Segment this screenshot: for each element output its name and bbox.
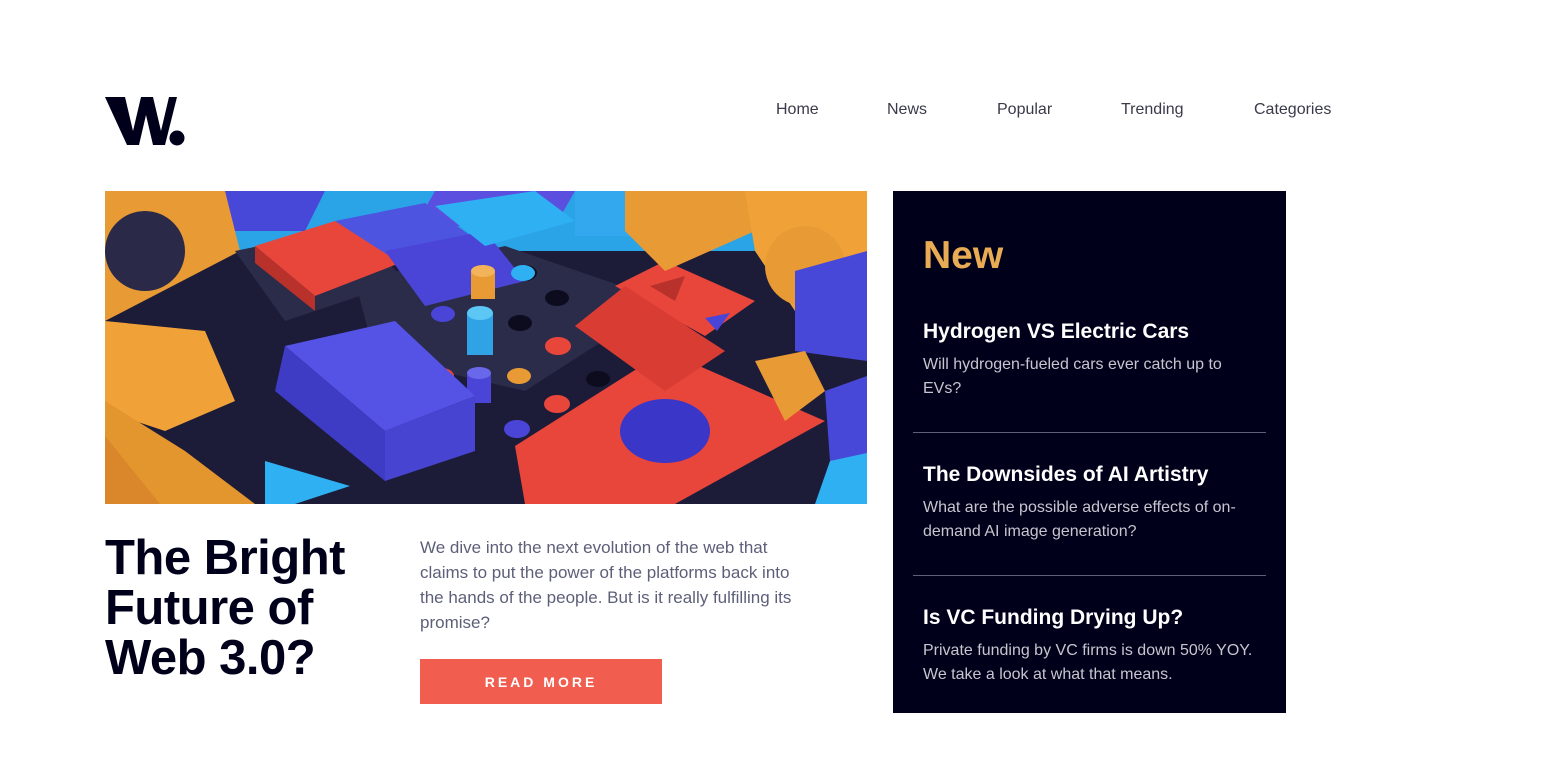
hero-image: [105, 191, 867, 504]
nav-item-popular[interactable]: Popular: [997, 101, 1052, 119]
new-article-title[interactable]: The Downsides of AI Artistry: [923, 462, 1263, 488]
new-article-title[interactable]: Is VC Funding Drying Up?: [923, 605, 1263, 631]
article-description: We dive into the next evolution of the w…: [420, 538, 792, 632]
new-article-summary: What are the possible adverse effects of…: [923, 499, 1236, 540]
new-article-item[interactable]: The Downsides of AI Artistry What are th…: [923, 462, 1263, 544]
main-nav: Home News Popular Trending Categories: [0, 101, 1566, 123]
new-article-item[interactable]: Hydrogen VS Electric Cars Will hydrogen-…: [923, 319, 1263, 401]
nav-item-trending[interactable]: Trending: [1121, 101, 1184, 119]
new-article-summary: Private funding by VC firms is down 50% …: [923, 642, 1253, 683]
new-article-title[interactable]: Hydrogen VS Electric Cars: [923, 319, 1263, 345]
new-articles-panel: New Hydrogen VS Electric Cars Will hydro…: [893, 191, 1286, 713]
new-article-item[interactable]: Is VC Funding Drying Up? Private funding…: [923, 605, 1263, 687]
page: Home News Popular Trending Categories Th…: [0, 0, 1566, 758]
nav-item-news[interactable]: News: [887, 101, 927, 119]
new-article-summary: Will hydrogen-fueled cars ever catch up …: [923, 356, 1222, 397]
nav-item-home[interactable]: Home: [776, 101, 819, 119]
new-panel-title: New: [923, 234, 1004, 277]
nav-item-categories[interactable]: Categories: [1254, 101, 1331, 119]
divider: [913, 575, 1266, 576]
article-headline: The Bright Future of Web 3.0?: [105, 531, 345, 685]
divider: [913, 432, 1266, 433]
read-more-button[interactable]: READ MORE: [420, 659, 662, 704]
